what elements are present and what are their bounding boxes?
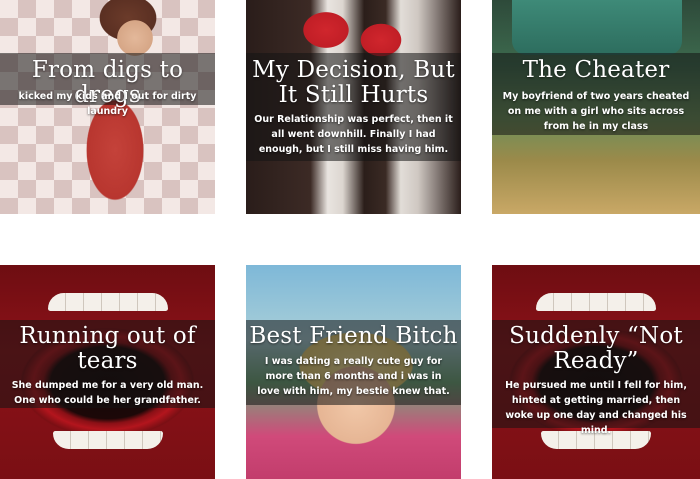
teeth-top: [536, 293, 656, 311]
story-description: My boyfriend of two years cheated on me …: [502, 91, 690, 132]
story-description: I was dating a really cute guy for more …: [257, 356, 450, 397]
story-title: My Decision, But It Still Hurts: [252, 57, 455, 108]
teeth-top: [47, 293, 168, 311]
story-title: The Cheater: [522, 57, 670, 83]
teeth-bottom: [52, 431, 163, 449]
story-card-my-decision[interactable]: My Decision, But It Still Hurts Our Rela…: [246, 0, 461, 214]
story-title: Suddenly “Not Ready”: [509, 323, 683, 374]
story-card-running-out-of-tears[interactable]: Running out of tears She dumped me for a…: [0, 265, 215, 479]
story-title: Best Friend Bitch: [249, 323, 458, 349]
story-card-suddenly-not-ready[interactable]: Suddenly “Not Ready” He pursued me until…: [492, 265, 700, 479]
story-description: She dumped me for a very old man. One wh…: [11, 380, 204, 406]
story-description: Our Relationship was perfect, then it al…: [254, 114, 453, 155]
story-title: Running out of tears: [19, 323, 196, 374]
story-description: He pursued me until I fell for him, hint…: [505, 380, 687, 436]
story-description: kicked my kids and I out for dirty laund…: [18, 91, 197, 117]
story-card-the-cheater[interactable]: The Cheater My boyfriend of two years ch…: [492, 0, 700, 214]
story-card-best-friend-bitch[interactable]: Best Friend Bitch I was dating a really …: [246, 265, 461, 479]
story-card-from-digs-to-dregs[interactable]: From digs to dregs kicked my kids and I …: [0, 0, 215, 214]
